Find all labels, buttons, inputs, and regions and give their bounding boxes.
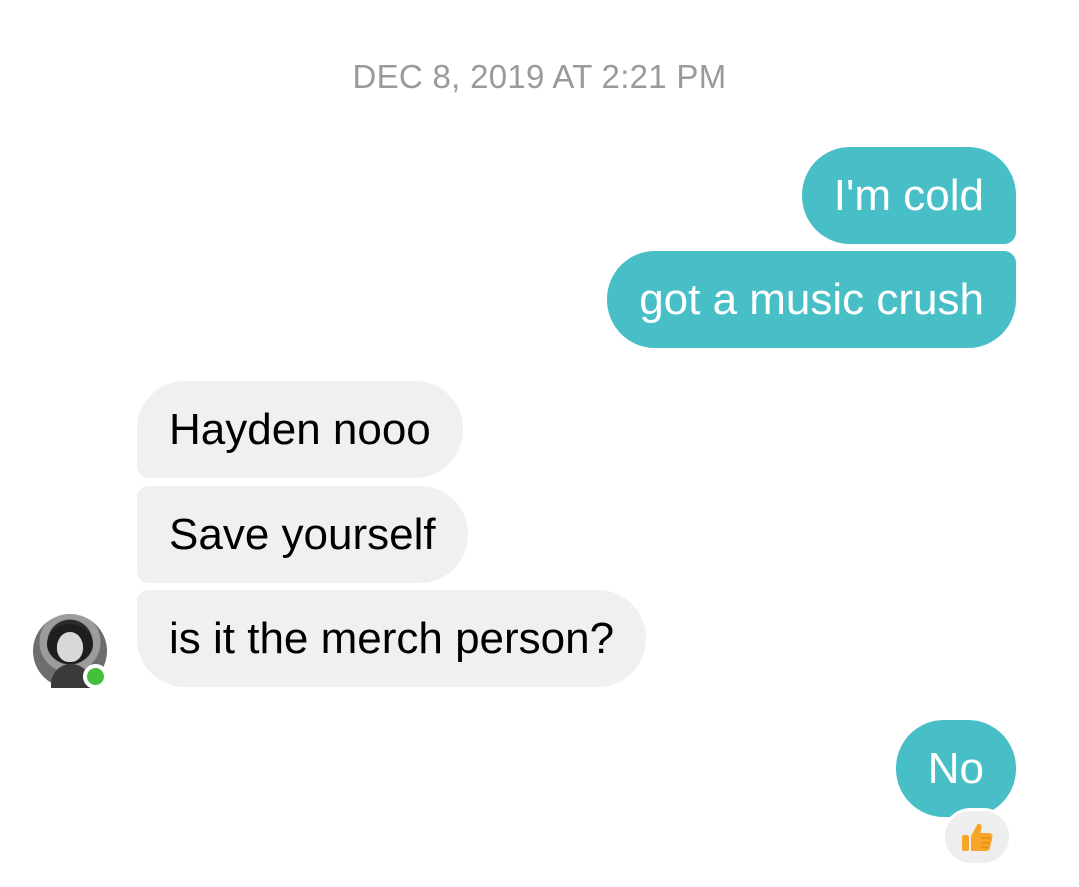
message-text: is it the merch person? [169,614,615,663]
outgoing-message-bubble[interactable]: got a music crush [607,251,1016,348]
message-timestamp: DEC 8, 2019 AT 2:21 PM [352,58,727,95]
avatar-face [57,632,83,662]
outgoing-message-bubble[interactable]: I'm cold [801,147,1016,244]
message-text: Save yourself [169,510,436,559]
online-status-indicator [83,664,108,689]
incoming-message-bubble[interactable]: Save yourself [137,486,468,583]
message-text: Hayden nooo [169,405,431,454]
outgoing-message-bubble[interactable]: No [895,720,1016,817]
message-reaction[interactable] [942,808,1012,866]
message-text: I'm cold [833,171,984,220]
message-text: No [927,744,984,793]
message-text: got a music crush [639,275,984,324]
thumbs-up-icon [962,823,993,851]
incoming-message-bubble[interactable]: is it the merch person? [137,590,647,687]
incoming-message-bubble[interactable]: Hayden nooo [137,381,463,478]
